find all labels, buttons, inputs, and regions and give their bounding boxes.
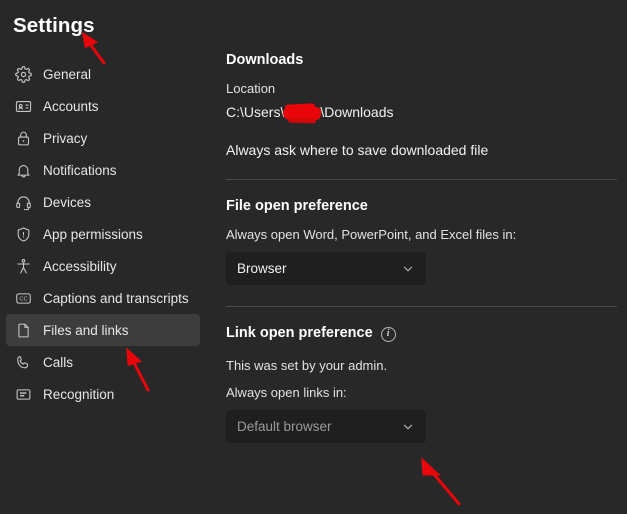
dropdown-selected-value: Browser (237, 261, 287, 276)
sidebar-item-label: Files and links (43, 322, 129, 338)
file-open-preference-dropdown[interactable]: Browser (226, 252, 426, 285)
file-open-preference-section: File open preference Always open Word, P… (226, 198, 627, 285)
redacted-username (283, 106, 322, 120)
sidebar-item-label: Privacy (43, 130, 88, 146)
file-open-preference-heading: File open preference (226, 198, 368, 214)
sidebar-item-app-permissions[interactable]: App permissions (6, 218, 200, 250)
sidebar-item-calls[interactable]: Calls (6, 346, 200, 378)
location-label: Location (226, 81, 276, 96)
sidebar-item-label: Recognition (43, 386, 115, 402)
sidebar-item-label: Accessibility (43, 258, 117, 274)
sidebar-item-label: App permissions (43, 226, 143, 242)
sidebar-item-label: Calls (43, 354, 74, 370)
info-icon[interactable]: i (380, 326, 396, 342)
sidebar-item-label: Notifications (43, 162, 117, 178)
bell-icon (14, 161, 32, 179)
always-ask-label: Always ask where to save downloaded file (226, 142, 489, 158)
link-open-preference-description: Always open links in: (226, 385, 347, 400)
closed-caption-icon: CC (14, 289, 32, 307)
sidebar-item-files-and-links[interactable]: Files and links (6, 314, 200, 346)
sidebar-item-notifications[interactable]: Notifications (6, 154, 200, 186)
settings-content-pane: Downloads Location C:\Users\ \Downloads A… (218, 0, 627, 514)
gear-icon (14, 65, 32, 83)
sidebar-item-privacy[interactable]: Privacy (6, 122, 200, 154)
chevron-down-icon (401, 262, 415, 276)
link-open-preference-heading-row: Link open preference i (226, 325, 617, 342)
sidebar-item-label: General (43, 66, 92, 82)
dropdown-selected-value: Default browser (237, 419, 332, 434)
download-location-path: C:\Users\ \Downloads (226, 104, 617, 120)
file-open-preference-description: Always open Word, PowerPoint, and Excel … (226, 227, 517, 242)
sidebar-item-label: Captions and transcripts (43, 290, 189, 306)
chevron-down-icon (401, 420, 415, 434)
sidebar-item-accounts[interactable]: Accounts (6, 90, 200, 122)
divider-1 (226, 179, 617, 180)
sidebar-item-accessibility[interactable]: Accessibility (6, 250, 200, 282)
link-open-preference-heading: Link open preference (226, 325, 373, 341)
contact-card-icon (14, 97, 32, 115)
settings-sidebar: Settings General Accounts Privacy Notifi… (0, 0, 218, 514)
page-title: Settings (13, 14, 95, 37)
path-prefix: C:\Users\ (226, 104, 285, 120)
sidebar-item-recognition[interactable]: Recognition (6, 378, 200, 410)
settings-nav-list: General Accounts Privacy Notifications D… (0, 58, 218, 410)
file-document-icon (14, 321, 32, 339)
accessibility-person-icon (14, 257, 32, 275)
link-open-preference-section: Link open preference i This was set by y… (226, 325, 627, 443)
admin-note: This was set by your admin. (226, 358, 388, 373)
sidebar-item-captions-and-transcripts[interactable]: CC Captions and transcripts (6, 282, 200, 314)
downloads-heading: Downloads (226, 52, 304, 68)
settings-window: Settings General Accounts Privacy Notifi… (0, 0, 627, 514)
sidebar-item-general[interactable]: General (6, 58, 200, 90)
shield-icon (14, 225, 32, 243)
phone-icon (14, 353, 32, 371)
link-open-preference-dropdown[interactable]: Default browser (226, 410, 426, 443)
headset-icon (14, 193, 32, 211)
downloads-section: Downloads Location C:\Users\ \Downloads A… (226, 52, 627, 158)
sidebar-item-label: Devices (43, 194, 92, 210)
sidebar-item-devices[interactable]: Devices (6, 186, 200, 218)
lock-icon (14, 129, 32, 147)
sidebar-item-label: Accounts (43, 98, 99, 114)
award-badge-icon (14, 385, 32, 403)
divider-2 (226, 306, 617, 307)
svg-text:CC: CC (19, 296, 27, 302)
path-suffix: \Downloads (320, 104, 394, 120)
